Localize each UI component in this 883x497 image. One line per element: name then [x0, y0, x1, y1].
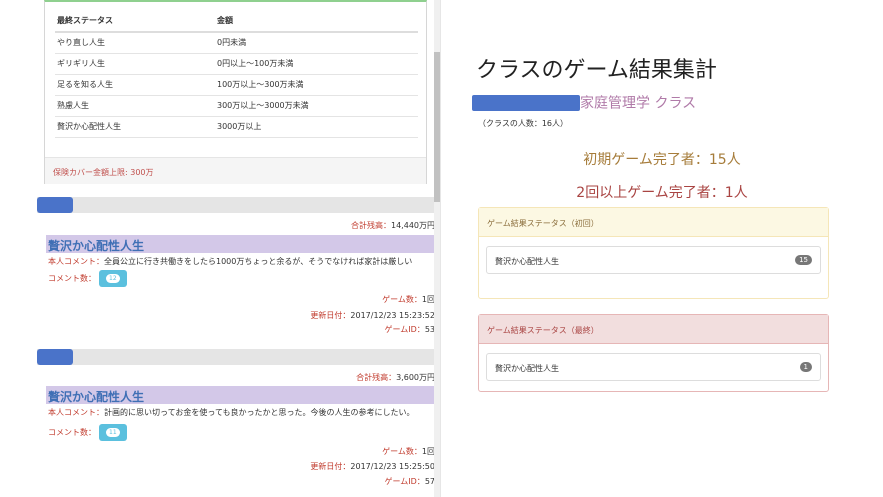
total-balance-label: 合計残高：: [356, 373, 397, 382]
user-comment: 本人コメント：全員公立に行き共働きをしたら1000万ちょっと余るが、そうでなけれ…: [48, 256, 412, 267]
table-cell-amount: 100万以上〜300万未満: [215, 74, 418, 96]
game-progress-fill: [37, 349, 73, 365]
user-comment: 本人コメント：計画的に思い切ってお金を使っても良かったかと思った。今後の人生の参…: [48, 407, 415, 418]
game-id: ゲームID：57: [385, 476, 435, 487]
game-card: 合計残高：3,600万円 贅沢か心配性人生 本人コメント：計画的に思い切ってお金…: [46, 370, 435, 497]
final-status-name: 贅沢か心配性人生: [46, 235, 435, 253]
total-balance-value: 14,440万円: [391, 221, 435, 230]
result-count-badge: 15: [795, 255, 812, 265]
first-result-panel: ゲーム結果ステータス（初回） 贅沢か心配性人生 15: [478, 207, 829, 299]
updated-date-label: 更新日付：: [310, 462, 351, 471]
status-threshold-table: 最終ステータス 金額 やり直し人生 0円未満 ギリギリ人生 0円以上〜100万未…: [55, 10, 418, 138]
game-card: 合計残高：14,440万円 贅沢か心配性人生 本人コメント：全員公立に行き共働き…: [46, 218, 435, 338]
result-status-label: 贅沢か心配性人生: [495, 364, 559, 373]
user-comment-text: 計画的に思い切ってお金を使っても良かったかと思った。今後の人生の参考にしたい。: [104, 408, 415, 417]
first-game-completed: 初期ゲーム完了者：15人: [583, 152, 741, 168]
game-id: ゲームID：53: [385, 324, 435, 335]
table-row: 足るを知る人生 100万以上〜300万未満: [55, 74, 418, 96]
updated-date: 更新日付：2017/12/23 15:25:50: [310, 461, 435, 472]
result-status-label: 贅沢か心配性人生: [495, 257, 559, 266]
column-header-status: 最終ステータス: [55, 10, 215, 33]
list-item[interactable]: 贅沢か心配性人生 1: [486, 353, 821, 381]
comment-count: コメント数： 11: [48, 424, 127, 441]
game-count-label: ゲーム数：: [382, 295, 422, 304]
table-cell-amount: 0円以上〜100万未満: [215, 53, 418, 75]
table-cell-status: 熟慮人生: [55, 95, 215, 117]
final-result-panel: ゲーム結果ステータス（最終） 贅沢か心配性人生 1: [478, 314, 829, 392]
table-row: やり直し人生 0円未満: [55, 32, 418, 54]
total-balance-value: 3,600万円: [396, 373, 435, 382]
comment-count-button[interactable]: 12: [99, 270, 127, 287]
user-comment-text: 全員公立に行き共働きをしたら1000万ちょっと余るが、そうでなければ家計は厳しい: [104, 257, 413, 266]
user-comment-label: 本人コメント：: [48, 257, 104, 266]
comment-count: コメント数： 12: [48, 270, 127, 287]
first-result-panel-heading: ゲーム結果ステータス（初回）: [479, 208, 828, 237]
comment-count-button[interactable]: 11: [99, 424, 127, 441]
table-cell-status: やり直し人生: [55, 32, 215, 54]
game-progress-fill: [37, 197, 73, 213]
column-header-amount: 金額: [215, 10, 418, 33]
game-count: ゲーム数：1回: [382, 446, 435, 457]
table-cell-amount: 300万以上〜3000万未満: [215, 95, 418, 117]
table-cell-amount: 3000万以上: [215, 116, 418, 138]
total-balance-label: 合計残高：: [351, 221, 391, 230]
updated-date-value: 2017/12/23 15:25:50: [350, 462, 435, 471]
class-summary-pane: クラスのゲーム結果集計 家庭管理学 クラス （クラスの人数：16人） 初期ゲーム…: [441, 0, 883, 497]
status-threshold-panel: 最終ステータス 金額 やり直し人生 0円未満 ギリギリ人生 0円以上〜100万未…: [44, 0, 427, 184]
table-cell-status: 贅沢か心配性人生: [55, 116, 215, 138]
updated-date-value: 2017/12/23 15:23:52: [350, 311, 435, 320]
user-comment-label: 本人コメント：: [48, 408, 104, 417]
game-progress-track: [37, 349, 435, 365]
member-count: （クラスの人数：16人）: [478, 119, 569, 128]
insurance-cap-note: 保険カバー金額上限: 300万: [45, 157, 426, 184]
game-progress-track: [37, 197, 435, 213]
final-status-name: 贅沢か心配性人生: [46, 386, 435, 404]
class-heading: 家庭管理学 クラス: [472, 92, 697, 112]
game-count-label: ゲーム数：: [382, 447, 422, 456]
game-id-label: ゲームID：: [384, 477, 425, 486]
redacted-school-name: [472, 94, 580, 111]
table-cell-status: 足るを知る人生: [55, 74, 215, 96]
table-header-row: 最終ステータス 金額: [55, 10, 418, 33]
total-balance: 合計残高：14,440万円: [351, 220, 435, 231]
table-cell-status: ギリギリ人生: [55, 53, 215, 75]
list-item[interactable]: 贅沢か心配性人生 15: [486, 246, 821, 274]
updated-date: 更新日付：2017/12/23 15:23:52: [310, 310, 435, 321]
updated-date-label: 更新日付：: [310, 311, 351, 320]
final-result-panel-heading: ゲーム結果ステータス（最終）: [479, 315, 828, 344]
table-row: 贅沢か心配性人生 3000万以上: [55, 116, 418, 138]
comment-count-label: コメント数：: [48, 428, 96, 437]
comment-count-value: 12: [106, 274, 120, 283]
table-cell-amount: 0円未満: [215, 32, 418, 54]
game-id-label: ゲームID：: [384, 325, 425, 334]
comment-count-value: 11: [106, 428, 120, 437]
class-name: 家庭管理学 クラス: [580, 95, 697, 112]
table-row: ギリギリ人生 0円以上〜100万未満: [55, 53, 418, 75]
comment-count-label: コメント数：: [48, 274, 96, 283]
result-count-badge: 1: [799, 362, 812, 372]
total-balance: 合計残高：3,600万円: [356, 372, 435, 383]
game-list-pane: 最終ステータス 金額 やり直し人生 0円未満 ギリギリ人生 0円以上〜100万未…: [0, 0, 440, 497]
game-count: ゲーム数：1回: [382, 294, 435, 305]
page-title: クラスのゲーム結果集計: [476, 58, 717, 83]
repeat-game-completed: 2回以上ゲーム完了者：1人: [576, 185, 748, 201]
table-row: 熟慮人生 300万以上〜3000万未満: [55, 95, 418, 117]
